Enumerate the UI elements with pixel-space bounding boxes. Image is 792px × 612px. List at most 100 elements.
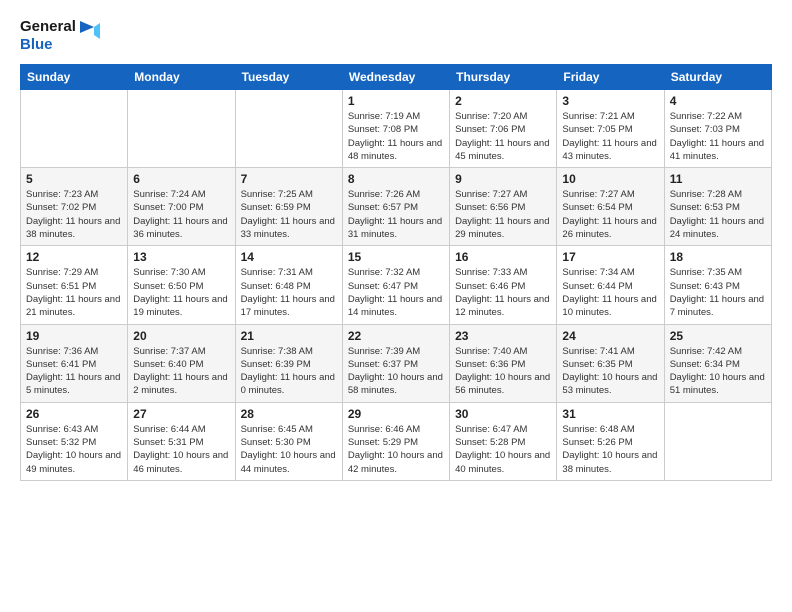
week-row-3: 12 Sunrise: 7:29 AM Sunset: 6:51 PM Dayli… [21, 246, 772, 324]
day-info: Sunrise: 7:27 AM Sunset: 6:54 PM Dayligh… [562, 188, 658, 241]
header: GeneralBlue [20, 18, 772, 54]
day-info: Sunrise: 7:23 AM Sunset: 7:02 PM Dayligh… [26, 188, 122, 241]
day-number: 16 [455, 250, 551, 264]
day-info: Sunrise: 7:38 AM Sunset: 6:39 PM Dayligh… [241, 345, 337, 398]
week-row-4: 19Sunrise: 7:36 AM Sunset: 6:41 PM Dayli… [21, 324, 772, 402]
calendar-cell: 19Sunrise: 7:36 AM Sunset: 6:41 PM Dayli… [21, 324, 128, 402]
day-info: Sunrise: 6:43 AM Sunset: 5:32 PM Dayligh… [26, 423, 122, 476]
day-info: Sunrise: 7:36 AM Sunset: 6:41 PM Dayligh… [26, 345, 122, 398]
calendar-cell: 26 Sunrise: 6:43 AM Sunset: 5:32 PM Dayli… [21, 402, 128, 480]
general-blue-icon [80, 21, 100, 51]
day-info: Sunrise: 6:45 AM Sunset: 5:30 PM Dayligh… [241, 423, 337, 476]
day-info: Sunrise: 7:24 AM Sunset: 7:00 PM Dayligh… [133, 188, 229, 241]
day-number: 18 [670, 250, 766, 264]
day-number: 13 [133, 250, 229, 264]
day-info: Sunrise: 6:48 AM Sunset: 5:26 PM Dayligh… [562, 423, 658, 476]
day-number: 24 [562, 329, 658, 343]
day-number: 22 [348, 329, 444, 343]
day-number: 7 [241, 172, 337, 186]
day-number: 9 [455, 172, 551, 186]
day-header-wednesday: Wednesday [342, 65, 449, 90]
day-info: Sunrise: 7:40 AM Sunset: 6:36 PM Dayligh… [455, 345, 551, 398]
day-info: Sunrise: 7:29 AM Sunset: 6:51 PM Dayligh… [26, 266, 122, 319]
week-row-5: 26 Sunrise: 6:43 AM Sunset: 5:32 PM Dayli… [21, 402, 772, 480]
day-number: 4 [670, 94, 766, 108]
calendar-cell: 4 Sunrise: 7:22 AM Sunset: 7:03 PM Daylig… [664, 90, 771, 168]
day-number: 26 [26, 407, 122, 421]
day-info: Sunrise: 7:26 AM Sunset: 6:57 PM Dayligh… [348, 188, 444, 241]
day-number: 30 [455, 407, 551, 421]
calendar-cell: 21Sunrise: 7:38 AM Sunset: 6:39 PM Dayli… [235, 324, 342, 402]
calendar-cell: 13Sunrise: 7:30 AM Sunset: 6:50 PM Dayli… [128, 246, 235, 324]
calendar-cell: 11Sunrise: 7:28 AM Sunset: 6:53 PM Dayli… [664, 168, 771, 246]
calendar-header-row: SundayMondayTuesdayWednesdayThursdayFrid… [21, 65, 772, 90]
day-info: Sunrise: 7:39 AM Sunset: 6:37 PM Dayligh… [348, 345, 444, 398]
logo-text: GeneralBlue [20, 18, 76, 54]
day-number: 20 [133, 329, 229, 343]
day-number: 12 [26, 250, 122, 264]
day-info: Sunrise: 7:35 AM Sunset: 6:43 PM Dayligh… [670, 266, 766, 319]
calendar-cell: 25 Sunrise: 7:42 AM Sunset: 6:34 PM Dayli… [664, 324, 771, 402]
week-row-2: 5 Sunrise: 7:23 AM Sunset: 7:02 PM Daylig… [21, 168, 772, 246]
day-header-sunday: Sunday [21, 65, 128, 90]
day-info: Sunrise: 6:47 AM Sunset: 5:28 PM Dayligh… [455, 423, 551, 476]
day-number: 14 [241, 250, 337, 264]
calendar-cell: 1Sunrise: 7:19 AM Sunset: 7:08 PM Daylig… [342, 90, 449, 168]
day-number: 8 [348, 172, 444, 186]
calendar-cell [128, 90, 235, 168]
day-number: 29 [348, 407, 444, 421]
day-header-friday: Friday [557, 65, 664, 90]
calendar-cell: 7 Sunrise: 7:25 AM Sunset: 6:59 PM Daylig… [235, 168, 342, 246]
day-info: Sunrise: 6:46 AM Sunset: 5:29 PM Dayligh… [348, 423, 444, 476]
calendar-cell: 9 Sunrise: 7:27 AM Sunset: 6:56 PM Daylig… [450, 168, 557, 246]
calendar-cell: 17 Sunrise: 7:34 AM Sunset: 6:44 PM Dayli… [557, 246, 664, 324]
day-number: 10 [562, 172, 658, 186]
calendar-cell: 20 Sunrise: 7:37 AM Sunset: 6:40 PM Dayli… [128, 324, 235, 402]
calendar-cell: 23 Sunrise: 7:40 AM Sunset: 6:36 PM Dayli… [450, 324, 557, 402]
day-info: Sunrise: 7:21 AM Sunset: 7:05 PM Dayligh… [562, 110, 658, 163]
calendar-cell: 10 Sunrise: 7:27 AM Sunset: 6:54 PM Dayli… [557, 168, 664, 246]
calendar-cell: 30 Sunrise: 6:47 AM Sunset: 5:28 PM Dayli… [450, 402, 557, 480]
day-info: Sunrise: 7:25 AM Sunset: 6:59 PM Dayligh… [241, 188, 337, 241]
calendar-cell: 16 Sunrise: 7:33 AM Sunset: 6:46 PM Dayli… [450, 246, 557, 324]
day-info: Sunrise: 6:44 AM Sunset: 5:31 PM Dayligh… [133, 423, 229, 476]
day-number: 27 [133, 407, 229, 421]
day-header-monday: Monday [128, 65, 235, 90]
calendar-cell: 14 Sunrise: 7:31 AM Sunset: 6:48 PM Dayli… [235, 246, 342, 324]
calendar-table: SundayMondayTuesdayWednesdayThursdayFrid… [20, 64, 772, 481]
day-info: Sunrise: 7:22 AM Sunset: 7:03 PM Dayligh… [670, 110, 766, 163]
day-info: Sunrise: 7:34 AM Sunset: 6:44 PM Dayligh… [562, 266, 658, 319]
day-number: 25 [670, 329, 766, 343]
day-number: 28 [241, 407, 337, 421]
logo: GeneralBlue [20, 18, 100, 54]
calendar-page: GeneralBlue SundayMondayTuesdayWednesday… [0, 0, 792, 612]
day-info: Sunrise: 7:42 AM Sunset: 6:34 PM Dayligh… [670, 345, 766, 398]
calendar-cell: 31 Sunrise: 6:48 AM Sunset: 5:26 PM Dayli… [557, 402, 664, 480]
day-info: Sunrise: 7:32 AM Sunset: 6:47 PM Dayligh… [348, 266, 444, 319]
calendar-cell: 2Sunrise: 7:20 AM Sunset: 7:06 PM Daylig… [450, 90, 557, 168]
day-header-saturday: Saturday [664, 65, 771, 90]
calendar-cell: 18 Sunrise: 7:35 AM Sunset: 6:43 PM Dayli… [664, 246, 771, 324]
day-info: Sunrise: 7:27 AM Sunset: 6:56 PM Dayligh… [455, 188, 551, 241]
day-number: 31 [562, 407, 658, 421]
calendar-cell: 6Sunrise: 7:24 AM Sunset: 7:00 PM Daylig… [128, 168, 235, 246]
calendar-cell: 29 Sunrise: 6:46 AM Sunset: 5:29 PM Dayli… [342, 402, 449, 480]
day-info: Sunrise: 7:33 AM Sunset: 6:46 PM Dayligh… [455, 266, 551, 319]
calendar-cell: 28 Sunrise: 6:45 AM Sunset: 5:30 PM Dayli… [235, 402, 342, 480]
calendar-cell [664, 402, 771, 480]
day-info: Sunrise: 7:37 AM Sunset: 6:40 PM Dayligh… [133, 345, 229, 398]
day-number: 17 [562, 250, 658, 264]
calendar-cell [21, 90, 128, 168]
calendar-cell: 8 Sunrise: 7:26 AM Sunset: 6:57 PM Daylig… [342, 168, 449, 246]
day-number: 23 [455, 329, 551, 343]
day-info: Sunrise: 7:28 AM Sunset: 6:53 PM Dayligh… [670, 188, 766, 241]
calendar-cell: 22 Sunrise: 7:39 AM Sunset: 6:37 PM Dayli… [342, 324, 449, 402]
calendar-cell: 3Sunrise: 7:21 AM Sunset: 7:05 PM Daylig… [557, 90, 664, 168]
day-number: 1 [348, 94, 444, 108]
calendar-cell: 27 Sunrise: 6:44 AM Sunset: 5:31 PM Dayli… [128, 402, 235, 480]
day-info: Sunrise: 7:31 AM Sunset: 6:48 PM Dayligh… [241, 266, 337, 319]
day-number: 5 [26, 172, 122, 186]
calendar-cell: 5 Sunrise: 7:23 AM Sunset: 7:02 PM Daylig… [21, 168, 128, 246]
day-number: 15 [348, 250, 444, 264]
day-number: 2 [455, 94, 551, 108]
